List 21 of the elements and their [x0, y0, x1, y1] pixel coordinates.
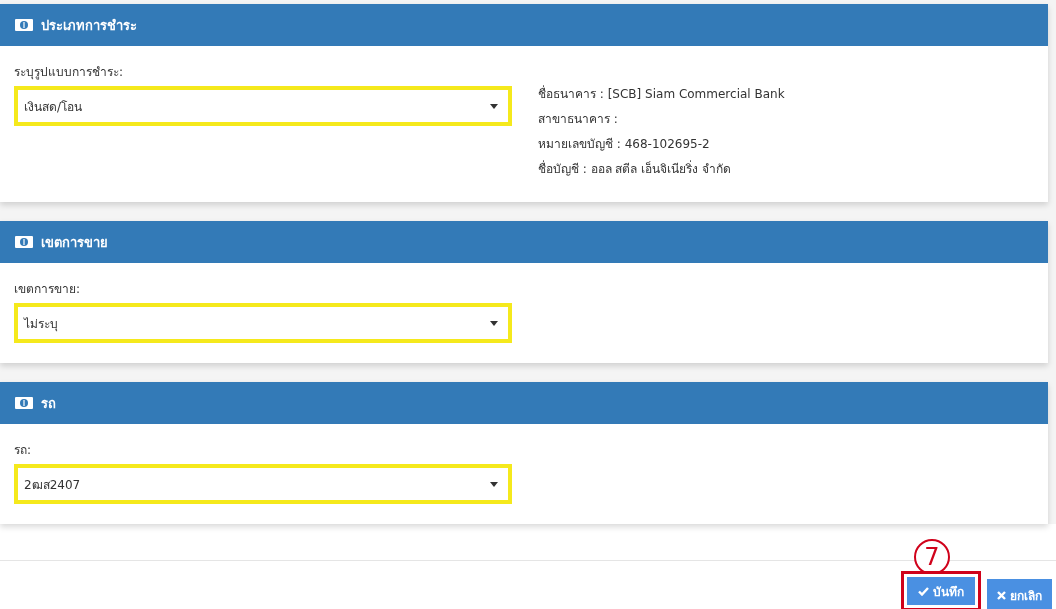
- bank-info-text: ชื่อบัญชี : ออล สตีล เอ็นจิเนียริ่ง จำกัด: [538, 159, 733, 178]
- select-field[interactable]: 2ฒส2407: [14, 464, 512, 504]
- panel-title: เขตการขาย: [41, 233, 108, 252]
- banknote-icon: [15, 19, 33, 31]
- bank-info-text: ชื่อธนาคาร : [SCB] Siam Commercial Bank: [538, 84, 785, 103]
- caret-icon: [490, 320, 498, 326]
- check-icon: [918, 586, 929, 596]
- select-field[interactable]: เงินสด/โอน: [14, 86, 512, 126]
- field-label: รถ:: [14, 442, 33, 459]
- banknote-icon: [15, 397, 33, 409]
- banknote-icon: [15, 236, 33, 248]
- caret-icon: [490, 103, 498, 109]
- caret-icon: [490, 481, 498, 487]
- select-field[interactable]: ไม่ระบุ: [14, 303, 512, 343]
- panel-title: ประเภทการชำระ: [41, 16, 137, 35]
- panel-title: รถ: [41, 394, 56, 413]
- field-label: ระบุรูปแบบการชำระ:: [14, 64, 125, 81]
- close-icon: [997, 590, 1006, 600]
- field-label: เขตการขาย:: [14, 281, 82, 298]
- bank-info-text: หมายเลขบัญชี : 468-102695-2: [538, 136, 711, 153]
- bank-info-text: สาขาธนาคาร :: [538, 111, 619, 128]
